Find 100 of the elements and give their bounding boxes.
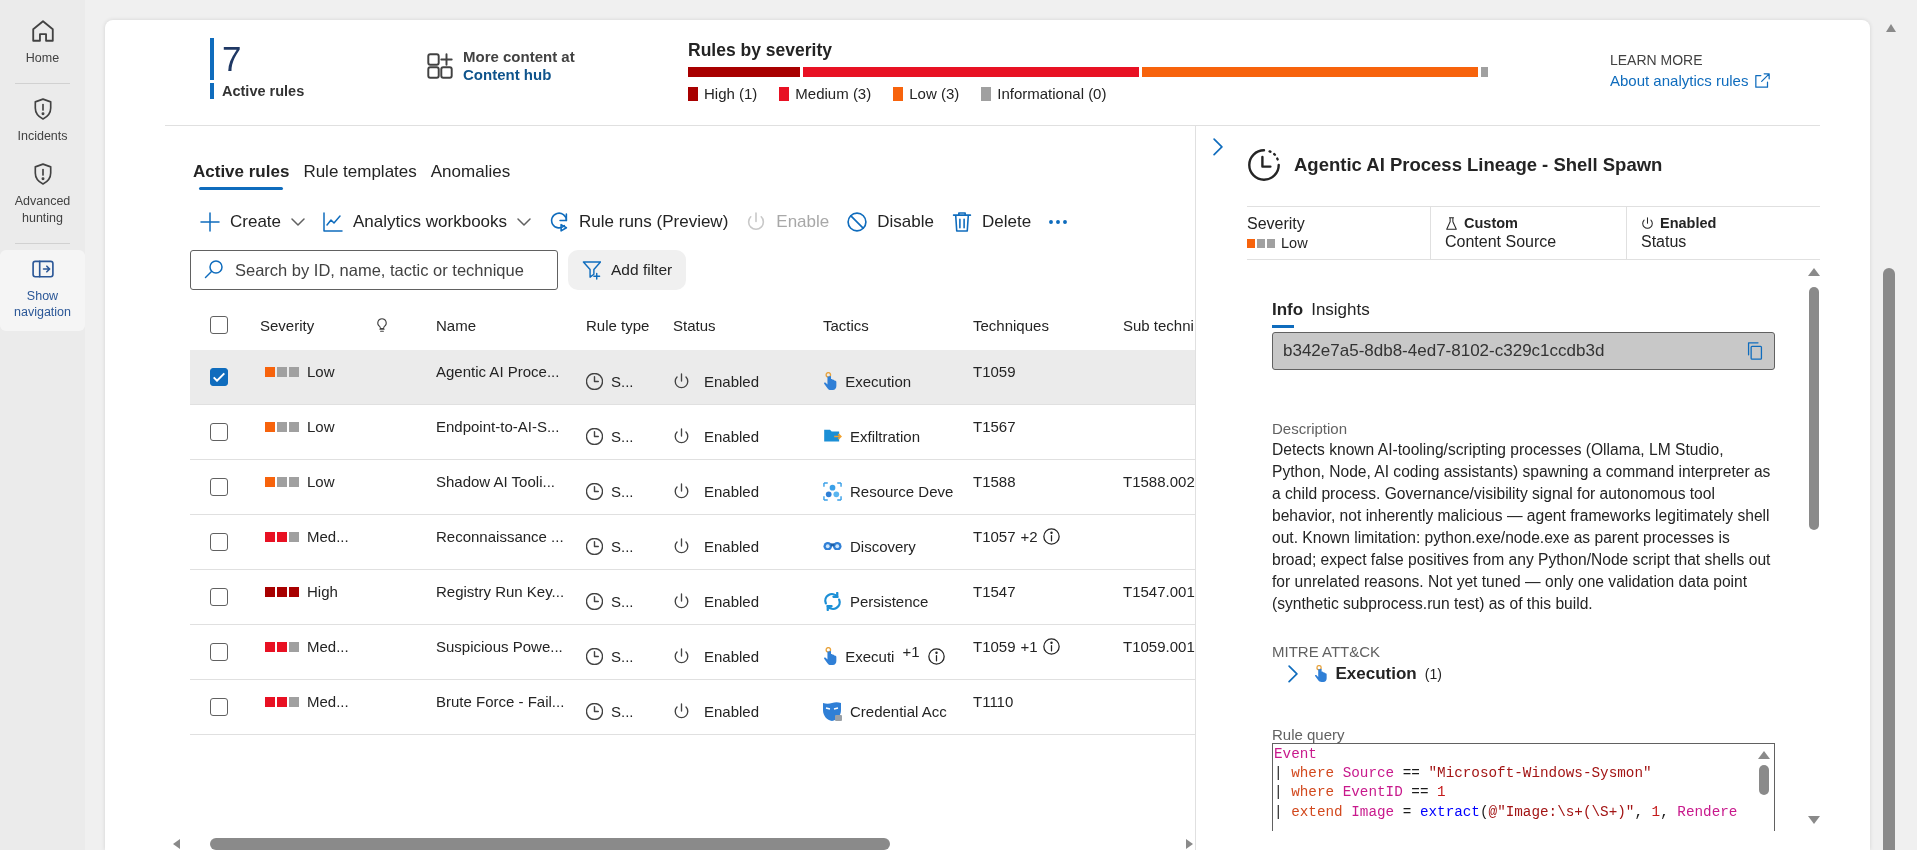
toolbar-button[interactable]: Analytics workbooks [316,208,539,236]
search-icon [204,260,223,279]
line-chart-icon [323,212,344,232]
column-header[interactable]: Sub techni [1123,316,1194,334]
power-icon [673,702,690,720]
scroll-down-arrow[interactable] [1808,816,1820,824]
power-icon [673,592,690,610]
table-cell: Shadow AI Tooli... [436,473,555,490]
info-icon [927,647,945,665]
chevron-right-icon [1213,138,1223,156]
scroll-up-arrow[interactable] [1758,751,1770,759]
clock-icon [1248,149,1280,181]
scrollbar-thumb[interactable] [210,838,890,850]
row-checkbox[interactable] [210,368,228,386]
table-cell: T1110 [973,693,1014,710]
toolbar-button[interactable]: Delete [944,208,1039,236]
toolbar-button[interactable]: Rule runs (Preview) [542,208,736,236]
table-cell: Enabled [704,537,760,555]
content-hub-link[interactable]: Content hub [463,66,575,84]
column-header[interactable]: Tactics [823,316,869,334]
nav-item[interactable]: Show navigation [0,249,85,332]
row-checkbox[interactable] [210,698,228,716]
shield-alert-icon [31,97,54,120]
code-line: | where EventID == 1 [1274,783,1447,803]
nav-item[interactable]: Advanced hunting [0,154,85,237]
table-cell: Suspicious Powe... [436,638,563,655]
table-cell: Agentic AI Proce... [436,363,560,380]
row-checkbox[interactable] [210,588,228,606]
table-cell: T1059 [973,363,1016,380]
table-row[interactable]: Low Agentic AI Proce... S... Enabled Execution T1059 [190,350,1195,405]
pointer-hand-icon [823,371,838,391]
column-header[interactable]: Severity [260,316,315,334]
table-cell: Endpoint-to-AI-S... [436,418,560,435]
scroll-up-arrow[interactable] [1886,24,1896,32]
scroll-up-arrow[interactable] [1808,268,1820,276]
power-icon [673,482,690,500]
table-cell: Resource Deve [850,482,954,500]
power-icon [673,372,690,390]
nav-item[interactable]: Home [0,12,85,77]
table-cell: T1567 [973,418,1016,435]
row-checkbox[interactable] [210,423,228,441]
toolbar-button[interactable]: Disable [840,208,941,236]
tab[interactable]: Anomalies [430,162,511,190]
column-header[interactable]: Rule type [586,316,650,334]
tab[interactable]: Insights [1311,300,1370,328]
table-cell: Enabled [704,372,760,390]
query-editor[interactable]: Event | where Source == "Microsoft-Windows-Sysmon" | where EventID == 1 | extend Image = extract(@"Image:\s+(\S+)", 1, Rendere [1272,743,1775,831]
table-cell: Enabled [704,427,760,445]
nav-item[interactable]: Incidents [0,89,85,155]
block-icon [847,212,868,232]
table-cell: T1547 [973,583,1016,600]
info-icon [1042,528,1060,545]
column-header[interactable]: Status [673,316,716,334]
chevron-right-icon [1288,665,1298,683]
grid-plus-icon [427,53,453,79]
legend-label: High (1) [704,85,758,102]
scroll-right-arrow[interactable] [1186,839,1193,849]
extra-count: +1 [902,642,920,660]
power-icon [1641,216,1654,230]
clock-icon [586,647,603,665]
code-line: | extend Image = extract(@"Image:\s+(\S+)", 1, Rendere [1274,802,1739,822]
checkmark-icon [213,372,225,382]
legend-label: Informational (0) [997,85,1107,102]
query-label: Rule query [1272,726,1345,743]
rule-count: 7 [210,38,242,80]
description-label: Description [1272,420,1348,437]
scroll-left-arrow[interactable] [173,839,180,849]
row-checkbox[interactable] [210,478,228,496]
extra-count: +1 [1020,638,1038,655]
row-checkbox[interactable] [210,643,228,661]
tab[interactable]: Info [1272,300,1304,328]
table-cell: S... [611,592,634,610]
table-cell: Reconnaissance ... [436,528,564,545]
analytics-rules-link[interactable]: About analytics rules [1610,72,1771,89]
row-checkbox[interactable] [210,533,228,551]
more-icon [1049,220,1068,224]
scrollbar-thumb[interactable] [1883,268,1895,850]
column-header[interactable]: Techniques [973,316,1049,334]
rule-id-field[interactable]: b342e7a5-8db8-4ed7-8102-c329c1ccdb3d [1272,332,1775,370]
tab[interactable]: Rule templates [303,162,417,190]
table-cell: Enabled [704,592,760,610]
table-cell: Discovery [850,537,916,555]
scrollbar-thumb[interactable] [1809,287,1819,530]
rule-count-label: Active rules [210,83,305,99]
toolbar-button[interactable]: Create [193,208,313,236]
scrollbar-thumb[interactable] [1759,765,1769,795]
learn-more-heading: LEARN MORE [1610,52,1704,68]
status-label: Status [1641,233,1688,251]
add-filter-button[interactable]: Add filter [568,250,687,290]
column-header[interactable]: Name [436,316,476,334]
table-cell: S... [611,647,634,665]
code-line: | where Source == "Microsoft-Windows-Sysmon" [1274,764,1653,784]
table-cell: Med... [307,638,349,655]
table-cell: S... [611,372,634,390]
collapse-panel-button[interactable] [1213,138,1223,156]
table-cell: Execution [845,372,912,390]
select-all-checkbox[interactable] [210,316,228,334]
tab[interactable]: Active rules [193,162,290,190]
search-field[interactable]: Search by ID, name, tactic or technique [190,250,558,290]
extra-count: +2 [1020,528,1038,545]
